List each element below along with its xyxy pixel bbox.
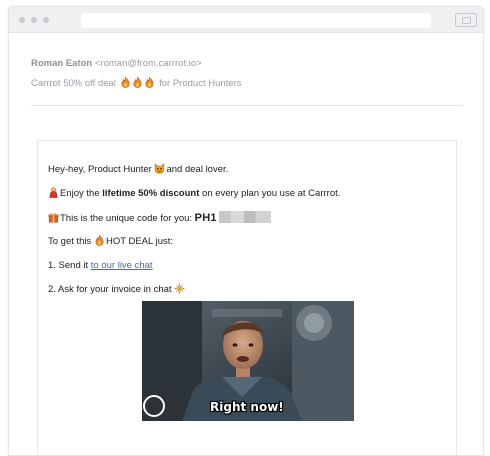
fire-icon	[122, 77, 130, 88]
address-bar[interactable]	[81, 13, 431, 28]
discount-suffix: on every plan you use at Carrrot.	[199, 188, 341, 199]
subject-tail: for Product Hunters	[156, 78, 242, 89]
email-subject: Carrrot 50% off deal for Product Hunters	[31, 77, 471, 91]
fire-icon	[134, 77, 142, 88]
discount-line: Enjoy the lifetime 50% discount on every…	[48, 187, 340, 200]
subject-text: Carrrot 50% off deal	[31, 78, 116, 89]
code-prefix: This is the unique code for you:	[60, 213, 195, 224]
email-header: Roman Eaton <roman@from.carrrot.io> Carr…	[31, 57, 471, 91]
promo-code[interactable]: PH1	[195, 212, 217, 224]
deal-prefix: To get this	[48, 236, 94, 247]
deal-suffix: HOT DEAL just:	[105, 236, 174, 247]
minimize-dot[interactable]	[31, 17, 37, 23]
step-2-text: 2. Ask for your invoice in chat	[48, 284, 175, 295]
browser-titlebar	[9, 7, 483, 33]
fire-icon	[95, 235, 104, 246]
tabs-icon[interactable]	[455, 13, 477, 27]
gif-caption: Right now!	[210, 400, 284, 414]
redacted-code	[218, 211, 271, 223]
step-1-text: 1. Send it	[48, 260, 91, 271]
greeting-line: Hey-hey, Product Hunter and deal lover.	[48, 163, 228, 176]
maximize-dot[interactable]	[43, 17, 49, 23]
discount-highlight: lifetime 50% discount	[102, 188, 200, 199]
sender-address: <roman@from.carrrot.io>	[94, 58, 202, 69]
header-divider	[31, 105, 463, 106]
animated-gif: Right now!	[142, 301, 354, 421]
code-line: This is the unique code for you: PH1	[48, 211, 271, 225]
close-dot[interactable]	[19, 17, 25, 23]
discount-prefix: Enjoy the	[60, 188, 103, 199]
sender-name: Roman Eaton	[31, 58, 93, 69]
gift-icon	[48, 213, 59, 223]
live-chat-link[interactable]: to our live chat	[91, 260, 153, 271]
step-2-line: 2. Ask for your invoice in chat	[48, 283, 186, 296]
person-icon	[49, 187, 58, 198]
greeting-text: Hey-hey, Product Hunter	[48, 164, 155, 175]
deal-line: To get this HOT DEAL just:	[48, 235, 173, 248]
sender-line: Roman Eaton <roman@from.carrrot.io>	[31, 57, 471, 71]
cat-face-icon	[155, 163, 165, 174]
email-body: Hey-hey, Product Hunter and deal lover. …	[37, 140, 457, 455]
greeting-tail: and deal lover.	[166, 164, 229, 175]
fire-icon	[146, 77, 154, 88]
step-1-line: 1. Send it to our live chat	[48, 259, 153, 272]
sparkle-icon	[174, 283, 186, 294]
browser-window: Roman Eaton <roman@from.carrrot.io> Carr…	[8, 6, 484, 456]
